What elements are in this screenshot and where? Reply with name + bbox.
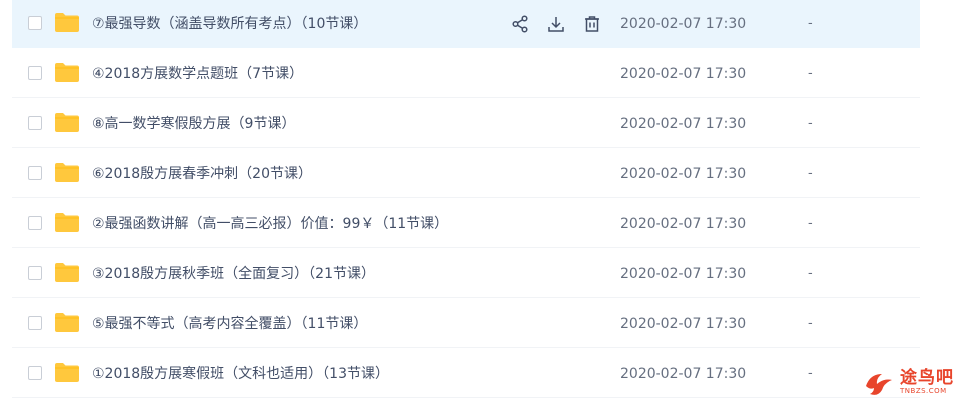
modified-date: 2020-02-07 17:30 [620,216,747,232]
site-watermark: 途鸟吧 TNBZS.COM [862,362,972,403]
file-row[interactable]: ⑤最强不等式（高考内容全覆盖）（11节课） 2020-02-07 17:30 - [12,300,920,348]
file-size: - [808,166,813,181]
file-name[interactable]: ①2018殷方展寒假班（文科也适用）（13节课） [92,350,389,398]
folder-icon [55,163,79,182]
folder-icon [55,113,79,132]
modified-date: 2020-02-07 17:30 [620,316,747,332]
file-row[interactable]: ④2018方展数学点题班（7节课） 2020-02-07 17:30 - [12,50,920,98]
row-checkbox[interactable] [28,316,42,330]
file-size: - [808,216,813,231]
row-checkbox[interactable] [28,216,42,230]
watermark-title: 途鸟吧 [900,368,954,388]
row-actions [508,12,604,36]
file-row[interactable]: ③2018殷方展秋季班（全面复习）（21节课） 2020-02-07 17:30… [12,250,920,298]
row-checkbox[interactable] [28,66,42,80]
file-name[interactable]: ④2018方展数学点题班（7节课） [92,50,303,98]
folder-icon [55,213,79,232]
row-checkbox[interactable] [28,366,42,380]
modified-date: 2020-02-07 17:30 [620,166,747,182]
modified-date: 2020-02-07 17:30 [620,66,747,82]
file-row[interactable]: ⑦最强导数（涵盖导数所有考点）（10节课） 2020-02-07 17:30 - [12,0,920,48]
file-name[interactable]: ②最强函数讲解（高一高三必报）价值：99￥（11节课） [92,200,448,248]
row-checkbox[interactable] [28,116,42,130]
folder-icon [55,13,79,32]
folder-icon [55,313,79,332]
file-size: - [808,366,813,381]
file-row[interactable]: ⑧高一数学寒假殷方展（9节课） 2020-02-07 17:30 - [12,100,920,148]
folder-icon [55,363,79,382]
modified-date: 2020-02-07 17:30 [620,366,747,382]
file-row[interactable]: ②最强函数讲解（高一高三必报）价值：99￥（11节课） 2020-02-07 1… [12,200,920,248]
download-icon[interactable] [544,12,568,36]
delete-icon[interactable] [580,12,604,36]
modified-date: 2020-02-07 17:30 [620,16,747,32]
row-checkbox[interactable] [28,16,42,30]
watermark-domain: TNBZS.COM [900,387,947,395]
modified-date: 2020-02-07 17:30 [620,116,747,132]
row-checkbox[interactable] [28,266,42,280]
file-row[interactable]: ①2018殷方展寒假班（文科也适用）（13节课） 2020-02-07 17:3… [12,350,920,398]
file-size: - [808,316,813,331]
file-name[interactable]: ⑤最强不等式（高考内容全覆盖）（11节课） [92,300,367,348]
file-name[interactable]: ③2018殷方展秋季班（全面复习）（21节课） [92,250,375,298]
folder-icon [55,263,79,282]
file-row[interactable]: ⑥2018殷方展春季冲刺（20节课） 2020-02-07 17:30 - [12,150,920,198]
file-name[interactable]: ⑧高一数学寒假殷方展（9节课） [92,100,295,148]
bird-logo-icon [866,373,892,395]
modified-date: 2020-02-07 17:30 [620,266,747,282]
folder-icon [55,63,79,82]
file-size: - [808,16,813,31]
file-name[interactable]: ⑥2018殷方展春季冲刺（20节课） [92,150,312,198]
file-size: - [808,116,813,131]
file-name[interactable]: ⑦最强导数（涵盖导数所有考点）（10节课） [92,0,367,48]
file-size: - [808,266,813,281]
file-size: - [808,66,813,81]
file-list: ⑦最强导数（涵盖导数所有考点）（10节课） 2020-02-07 17:30 -… [0,0,972,403]
share-icon[interactable] [508,12,532,36]
row-checkbox[interactable] [28,166,42,180]
